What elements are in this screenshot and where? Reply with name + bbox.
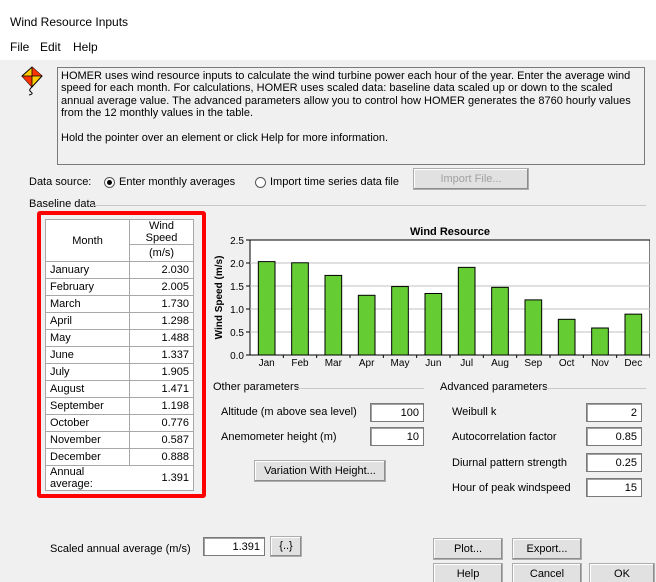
menu-edit[interactable]: Edit [40, 40, 61, 54]
other-params-label: Other parameters [213, 381, 300, 393]
anemometer-input[interactable]: 10 [370, 427, 424, 446]
cancel-button[interactable]: Cancel [512, 563, 582, 582]
y-axis-label: Wind Speed (m/s) [214, 256, 225, 340]
bar [357, 294, 376, 356]
x-tick-label: Dec [624, 358, 642, 369]
radio-timeseries-label[interactable]: Import time series data file [270, 176, 399, 188]
radio-import-timeseries[interactable] [255, 177, 266, 188]
x-tick-label: Nov [591, 358, 609, 369]
baseline-group-label: Baseline data [29, 198, 96, 210]
x-tick-label: Sep [524, 358, 542, 369]
kite-icon [20, 66, 46, 96]
bar [391, 286, 409, 356]
autocorr-label: Autocorrelation factor [452, 431, 557, 443]
x-tick-label: Oct [559, 358, 575, 369]
bar [424, 292, 443, 356]
info-paragraph-2: Hold the pointer over an element or clic… [61, 131, 389, 144]
bar [491, 286, 509, 356]
x-tick-label: Feb [291, 358, 309, 369]
y-tick-label: 0.5 [230, 328, 244, 339]
advanced-params-line [543, 388, 646, 389]
table-highlight-box [37, 211, 206, 498]
x-tick-label: May [391, 358, 410, 369]
chart-title: Wind Resource [410, 226, 490, 238]
title-bar: Wind Resource Inputs [0, 0, 656, 36]
bar [457, 266, 476, 356]
x-tick-label: Apr [359, 358, 375, 369]
import-file-button[interactable]: Import File... [413, 168, 529, 190]
autocorr-input[interactable]: 0.85 [586, 427, 642, 446]
variation-with-height-button[interactable]: Variation With Height... [254, 460, 386, 482]
altitude-label: Altitude (m above sea level) [221, 406, 357, 418]
other-params-line [294, 388, 424, 389]
x-tick-label: Jul [460, 358, 473, 369]
x-tick-label: Jan [259, 358, 275, 369]
plot-area [249, 239, 650, 356]
peak-hour-label: Hour of peak windspeed [452, 482, 571, 494]
data-source-label: Data source: [29, 176, 92, 188]
advanced-params-label: Advanced parameters [440, 381, 548, 393]
help-button[interactable]: Help [433, 563, 503, 582]
ok-button[interactable]: OK [589, 563, 655, 582]
bar [624, 313, 643, 356]
y-tick-label: 2.0 [230, 259, 244, 270]
x-tick-label: Aug [491, 358, 509, 369]
bar [591, 327, 609, 356]
bar [524, 299, 543, 356]
info-paragraph-1: HOMER uses wind resource inputs to calcu… [61, 70, 631, 120]
bar [257, 261, 276, 356]
plot-button[interactable]: Plot... [433, 538, 503, 560]
y-tick-label: 1.5 [230, 282, 244, 293]
scaled-average-label: Scaled annual average (m/s) [50, 543, 191, 555]
scaled-average-input[interactable]: 1.391 [203, 537, 265, 556]
menu-file[interactable]: File [10, 40, 29, 54]
bar [557, 318, 576, 356]
weibull-label: Weibull k [452, 406, 497, 418]
bar [324, 274, 343, 356]
y-tick-label: 0.0 [230, 351, 244, 362]
wind-resource-chart: Wind Resource 0.0 0.5 1.0 1.5 2.0 2.5 Wind Spee… [214, 226, 650, 369]
peak-hour-input[interactable]: 15 [586, 478, 642, 497]
radio-monthly-averages[interactable] [104, 177, 115, 188]
menu-help[interactable]: Help [73, 40, 98, 54]
bar [291, 262, 309, 356]
weibull-input[interactable]: 2 [586, 403, 642, 422]
export-button[interactable]: Export... [512, 538, 582, 560]
info-text-box: HOMER uses wind resource inputs to calcu… [57, 67, 645, 165]
baseline-group-line [93, 205, 646, 206]
altitude-input[interactable]: 100 [370, 403, 424, 422]
diurnal-label: Diurnal pattern strength [452, 457, 567, 469]
diurnal-input[interactable]: 0.25 [586, 453, 642, 472]
y-tick-label: 1.0 [230, 305, 244, 316]
y-tick-label: 2.5 [230, 236, 244, 247]
anemometer-label: Anemometer height (m) [221, 431, 337, 443]
menu-bar: File Edit Help [0, 36, 656, 60]
sensitivity-button[interactable]: {..} [270, 536, 302, 557]
x-tick-label: Jun [425, 358, 441, 369]
window-title: Wind Resource Inputs [10, 15, 129, 29]
x-tick-label: Mar [325, 358, 343, 369]
radio-monthly-label[interactable]: Enter monthly averages [119, 176, 235, 188]
